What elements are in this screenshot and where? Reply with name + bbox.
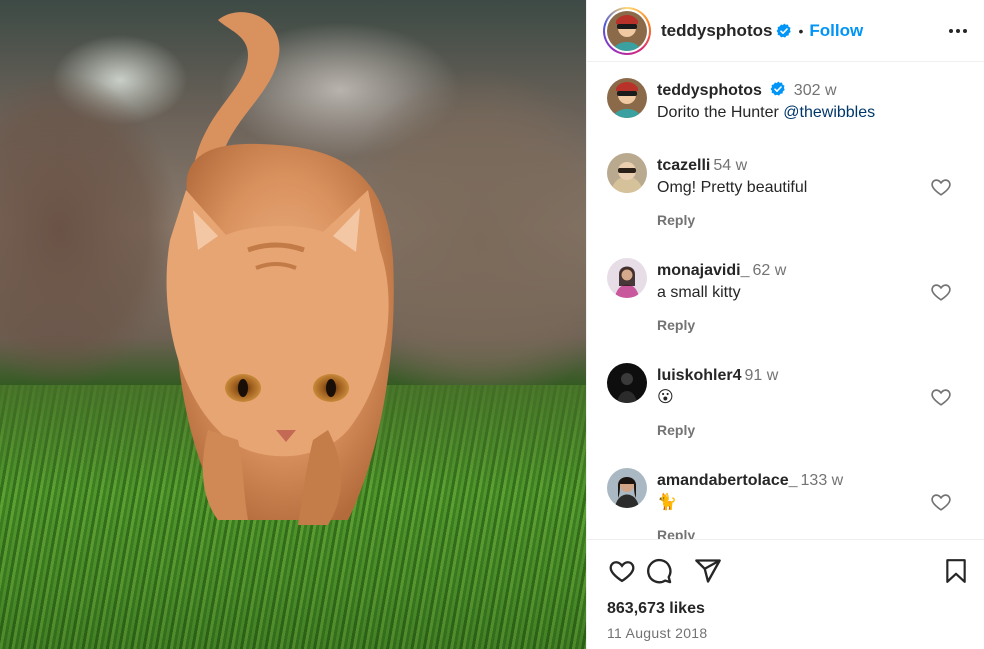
- author-avatar: [607, 10, 647, 51]
- comment-age[interactable]: 62 w: [752, 262, 786, 279]
- comment-age[interactable]: 91 w: [744, 367, 778, 384]
- like-comment-heart-icon[interactable]: [930, 386, 952, 408]
- verified-badge-icon: [777, 23, 792, 38]
- comment-age[interactable]: 54 w: [713, 157, 747, 174]
- follow-button[interactable]: Follow: [809, 21, 863, 41]
- more-options-icon[interactable]: [946, 19, 970, 43]
- post-date[interactable]: 11 August 2018: [607, 625, 707, 641]
- like-comment-heart-icon[interactable]: [930, 176, 952, 198]
- comment-text: a small kitty: [657, 284, 741, 301]
- comment-age[interactable]: 133 w: [801, 472, 844, 489]
- caption-author-avatar[interactable]: [607, 78, 647, 118]
- post-side-panel: teddysphotos • Follow teddysphotos 302 w…: [586, 0, 984, 649]
- reply-button[interactable]: Reply: [657, 317, 937, 333]
- comment-username[interactable]: amandabertolace_: [657, 472, 798, 489]
- separator-dot: •: [798, 22, 804, 39]
- comment-icon[interactable]: [644, 556, 674, 586]
- reply-button[interactable]: Reply: [657, 422, 937, 438]
- post-image[interactable]: [0, 0, 586, 649]
- post-dialog: teddysphotos • Follow teddysphotos 302 w…: [0, 0, 984, 649]
- verified-badge-icon: [770, 81, 786, 96]
- bookmark-icon[interactable]: [941, 556, 971, 586]
- share-icon[interactable]: [693, 556, 723, 586]
- caption-body: Dorito the Hunter: [657, 104, 784, 121]
- author-username[interactable]: teddysphotos: [661, 21, 772, 41]
- cat-figure: [166, 12, 394, 525]
- comment-username[interactable]: luiskohler4: [657, 367, 741, 384]
- comments-list[interactable]: teddysphotos 302 w Dorito the Hunter @th…: [587, 63, 984, 539]
- heart-icon[interactable]: [607, 556, 637, 586]
- caption-age[interactable]: 302 w: [794, 82, 837, 99]
- comment-text: Omg! Pretty beautiful: [657, 179, 808, 196]
- post-footer: 863,673 likes 11 August 2018: [587, 539, 984, 649]
- like-comment-heart-icon[interactable]: [930, 491, 952, 513]
- commenter-avatar[interactable]: [607, 258, 647, 298]
- reply-button[interactable]: Reply: [657, 527, 937, 539]
- post-header: teddysphotos • Follow: [587, 0, 984, 62]
- comment-text: 🐈: [657, 494, 677, 511]
- commenter-avatar[interactable]: [607, 363, 647, 403]
- commenter-avatar[interactable]: [607, 153, 647, 193]
- caption-username[interactable]: teddysphotos: [657, 82, 762, 99]
- like-comment-heart-icon[interactable]: [930, 281, 952, 303]
- action-bar: [607, 556, 973, 586]
- comment-username[interactable]: tcazelli: [657, 157, 710, 174]
- reply-button[interactable]: Reply: [657, 212, 937, 228]
- comment-username[interactable]: monajavidi_: [657, 262, 749, 279]
- comment-text: 😮: [657, 389, 674, 406]
- author-story-ring[interactable]: [603, 6, 651, 55]
- like-count[interactable]: 863,673 likes: [607, 600, 705, 618]
- caption-text: Dorito the Hunter @thewibbles: [657, 102, 937, 124]
- mention-link[interactable]: @thewibbles: [783, 104, 875, 121]
- commenter-avatar[interactable]: [607, 468, 647, 508]
